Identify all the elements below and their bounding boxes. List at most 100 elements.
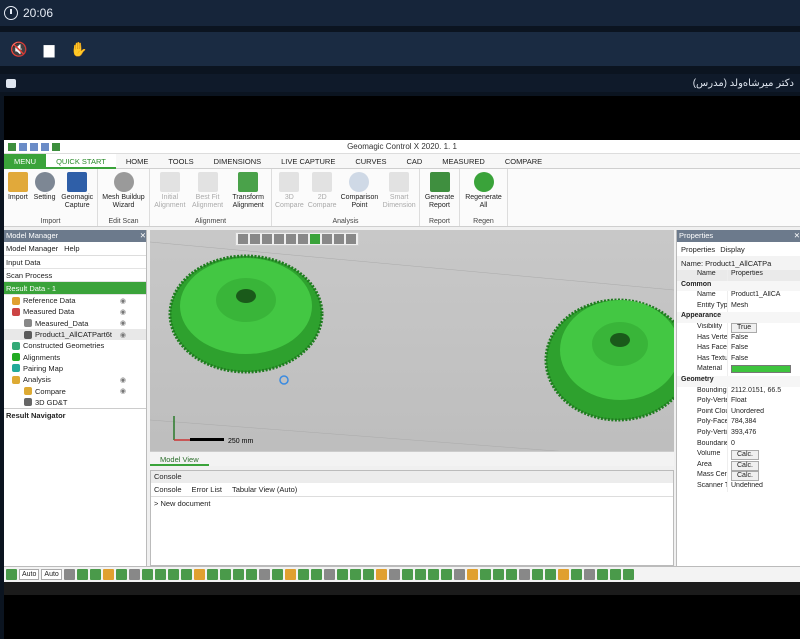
property-category[interactable]: Appearance: [677, 312, 800, 323]
comparison-point-button[interactable]: Comparison Point: [341, 172, 378, 210]
property-category[interactable]: Geometry: [677, 375, 800, 387]
close-icon[interactable]: ✕: [140, 230, 146, 242]
tab-help[interactable]: Help: [64, 244, 79, 253]
hand-raise-icon[interactable]: ✋: [68, 38, 90, 60]
mute-audio-icon[interactable]: 🔇: [8, 38, 30, 60]
status-tool-icon[interactable]: [609, 569, 621, 580]
status-tool-icon[interactable]: [115, 569, 127, 580]
2d-compare-button[interactable]: 2D Compare: [308, 172, 337, 210]
status-tool-icon[interactable]: [154, 569, 166, 580]
status-tool-icon[interactable]: [63, 569, 75, 580]
status-tool-icon[interactable]: [518, 569, 530, 580]
status-tool-icon[interactable]: [245, 569, 257, 580]
mesh-buildup-button[interactable]: Mesh Buildup Wizard: [101, 172, 146, 210]
status-tool-icon[interactable]: [622, 569, 634, 580]
tab-model-view[interactable]: Model View: [150, 453, 209, 466]
status-tool-icon[interactable]: [596, 569, 608, 580]
tree-item[interactable]: 3D GD&T: [4, 397, 146, 408]
status-tool-icon[interactable]: [323, 569, 335, 580]
status-tool-icon[interactable]: [180, 569, 192, 580]
tab-model-manager[interactable]: Model Manager: [6, 244, 58, 253]
status-tool-icon[interactable]: [466, 569, 478, 580]
visibility-icon[interactable]: ◉: [120, 308, 126, 316]
status-tool-icon[interactable]: [76, 569, 88, 580]
generate-report-button[interactable]: Generate Report: [423, 172, 456, 210]
status-tool-icon[interactable]: [206, 569, 218, 580]
status-tool-icon[interactable]: [167, 569, 179, 580]
tab-display[interactable]: Display: [720, 245, 745, 254]
status-tool-icon[interactable]: [349, 569, 361, 580]
status-tool-icon[interactable]: [453, 569, 465, 580]
status-tool-icon[interactable]: [375, 569, 387, 580]
property-category[interactable]: Common: [677, 280, 800, 292]
geomagic-capture-button[interactable]: Geomagic Capture: [60, 172, 94, 210]
status-tool-icon[interactable]: [401, 569, 413, 580]
tab-live-capture[interactable]: LIVE CAPTURE: [271, 154, 345, 169]
result-navigator-section[interactable]: Result Navigator: [4, 407, 146, 421]
tab-dimensions[interactable]: DIMENSIONS: [204, 154, 272, 169]
status-tool-icon[interactable]: [492, 569, 504, 580]
status-tool-icon[interactable]: [193, 569, 205, 580]
tree-item[interactable]: Analysis ◉: [4, 374, 146, 385]
input-data-section[interactable]: Input Data: [4, 256, 146, 269]
status-tool-icon[interactable]: [258, 569, 270, 580]
property-value-button[interactable]: Calc.: [731, 471, 759, 482]
status-tool-icon[interactable]: [362, 569, 374, 580]
tab-compare[interactable]: COMPARE: [495, 154, 552, 169]
visibility-icon[interactable]: ◉: [120, 387, 126, 395]
status-tool-icon[interactable]: [557, 569, 569, 580]
3d-compare-button[interactable]: 3D Compare: [275, 172, 304, 210]
tree-item[interactable]: Product1_AllCATPart6t ◉: [4, 328, 146, 341]
folder-icon[interactable]: ▆: [38, 38, 60, 60]
tree-item[interactable]: Constructed Geometries: [4, 340, 146, 351]
property-value-button[interactable]: Calc.: [731, 450, 759, 461]
status-tool-icon[interactable]: [583, 569, 595, 580]
status-tool-icon[interactable]: [232, 569, 244, 580]
status-tool-icon[interactable]: [570, 569, 582, 580]
tree-item[interactable]: Measured_Data ◉: [4, 318, 146, 329]
regenerate-all-button[interactable]: Regenerate All: [463, 172, 504, 210]
property-value-button[interactable]: True: [731, 322, 758, 333]
tree-item[interactable]: Measured Data ◉: [4, 306, 146, 317]
selection-mode-select-2[interactable]: Auto: [41, 569, 62, 580]
import-button[interactable]: Import: [7, 172, 29, 210]
status-tool-icon[interactable]: [271, 569, 283, 580]
tab-measured[interactable]: MEASURED: [432, 154, 495, 169]
status-tool-icon[interactable]: [284, 569, 296, 580]
visibility-icon[interactable]: ◉: [120, 297, 126, 305]
status-tool-icon[interactable]: [89, 569, 101, 580]
3d-viewport[interactable]: 250 mm: [150, 230, 674, 466]
status-tool-icon[interactable]: [141, 569, 153, 580]
status-tool-icon[interactable]: [388, 569, 400, 580]
visibility-icon[interactable]: ◉: [120, 319, 126, 327]
status-tool-icon[interactable]: [336, 569, 348, 580]
transform-alignment-button[interactable]: Transform Alignment: [228, 172, 268, 210]
status-tool-icon[interactable]: [297, 569, 309, 580]
tab-cad[interactable]: CAD: [396, 154, 432, 169]
status-tool-icon[interactable]: [440, 569, 452, 580]
status-tool-icon[interactable]: [427, 569, 439, 580]
status-tool-icon[interactable]: [310, 569, 322, 580]
setting-button[interactable]: Setting: [33, 172, 57, 210]
tab-console[interactable]: Console: [154, 485, 182, 494]
tab-home[interactable]: HOME: [116, 154, 159, 169]
close-icon[interactable]: ✕: [794, 230, 800, 242]
tab-menu[interactable]: MENU: [4, 153, 47, 169]
select-filter-icon[interactable]: [6, 569, 17, 580]
tab-tools[interactable]: TOOLS: [158, 154, 203, 169]
tree-item[interactable]: Pairing Map: [4, 363, 146, 374]
visibility-icon[interactable]: ◉: [120, 376, 126, 384]
smart-dimension-button[interactable]: Smart Dimension: [382, 172, 416, 210]
tab-curves[interactable]: CURVES: [345, 154, 396, 169]
selection-mode-select[interactable]: Auto: [19, 569, 40, 580]
property-value-button[interactable]: Calc.: [731, 460, 759, 471]
scan-process-section[interactable]: Scan Process: [4, 269, 146, 282]
initial-alignment-button[interactable]: Initial Alignment: [153, 172, 187, 210]
tab-quick-start[interactable]: QUICK START: [46, 153, 116, 169]
tree-item[interactable]: Reference Data ◉: [4, 295, 146, 306]
status-tool-icon[interactable]: [414, 569, 426, 580]
visibility-icon[interactable]: ◉: [120, 331, 126, 339]
status-tool-icon[interactable]: [531, 569, 543, 580]
material-color-swatch[interactable]: [731, 365, 791, 374]
status-tool-icon[interactable]: [128, 569, 140, 580]
